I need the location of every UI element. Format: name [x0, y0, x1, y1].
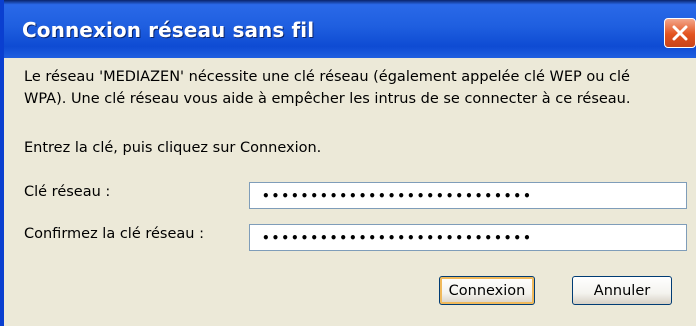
network-key-input[interactable]: •••••••••••••••••••••••••••• [249, 182, 687, 209]
dialog-content: Le réseau 'MEDIAZEN' nécessite une clé r… [4, 58, 696, 326]
dialog-window: Connexion réseau sans fil Le réseau 'MED… [0, 0, 696, 326]
confirm-key-input[interactable]: •••••••••••••••••••••••••••• [249, 224, 687, 251]
confirm-key-value: •••••••••••••••••••••••••••• [262, 231, 533, 245]
close-icon [672, 25, 688, 41]
close-button[interactable] [664, 18, 696, 48]
key-label: Clé réseau : [24, 184, 111, 200]
network-key-message: Le réseau 'MEDIAZEN' nécessite une clé r… [24, 69, 631, 107]
title-bar[interactable]: Connexion réseau sans fil [4, 0, 696, 58]
cancel-button[interactable]: Annuler [572, 276, 672, 305]
confirm-key-label: Confirmez la clé réseau : [24, 226, 204, 242]
window-title: Connexion réseau sans fil [22, 18, 315, 42]
connect-button[interactable]: Connexion [439, 276, 535, 305]
network-key-value: •••••••••••••••••••••••••••• [262, 189, 533, 203]
instruction-text: Entrez la clé, puis cliquez sur Connexio… [24, 140, 322, 156]
